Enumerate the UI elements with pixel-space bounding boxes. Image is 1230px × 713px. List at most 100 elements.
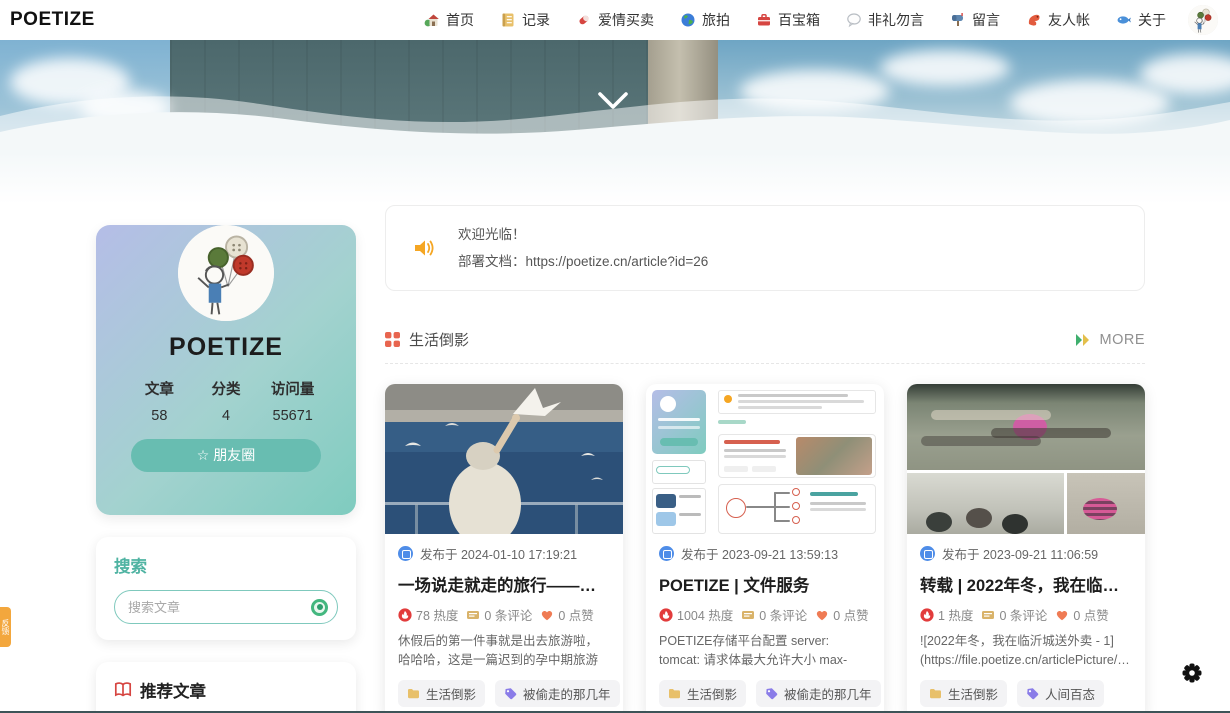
site-logo[interactable]: POETIZE — [10, 9, 95, 31]
home-icon — [424, 12, 440, 28]
stat-visits: 访问量 55671 — [259, 378, 326, 424]
article-image — [646, 384, 884, 534]
topic-tag[interactable]: 被偷走的那几年 — [495, 680, 620, 707]
sea-photo — [385, 384, 623, 534]
like-count: 0 点赞 — [558, 605, 593, 624]
comment-count: 0 条评论 — [759, 605, 807, 624]
tag-label: 被偷走的那几年 — [523, 684, 611, 703]
article-body: 发布于 2023-09-21 13:59:13 POETIZE | 文件服务 1… — [646, 534, 884, 713]
welcome-line-1: 欢迎光临！ — [458, 221, 708, 248]
article-title: 转载 | 2022年冬，我在临… — [920, 572, 1132, 596]
nav-item-home[interactable]: 首页 — [424, 10, 474, 30]
article-card[interactable]: 发布于 2024-01-10 17:19:21 一场说走就走的旅行——… 78 … — [385, 384, 623, 713]
search-icon[interactable] — [311, 599, 328, 616]
fire-icon — [398, 608, 412, 622]
heat-count: 1 热度 — [938, 605, 973, 624]
calendar-icon — [920, 546, 935, 561]
nav-item-love-trade[interactable]: 爱情买卖 — [576, 10, 654, 30]
nav-item-toolbox[interactable]: 百宝箱 — [756, 10, 820, 30]
article-card[interactable]: 发布于 2023-09-21 11:06:59 转载 | 2022年冬，我在临…… — [907, 384, 1145, 713]
shrimp-icon — [1026, 12, 1042, 28]
nav-item-label: 首页 — [446, 10, 474, 30]
welcome-line-2: 部署文档：https://poetize.cn/article?id=26 — [458, 248, 708, 275]
pill-icon — [576, 12, 592, 28]
speech-bubble-icon — [846, 12, 862, 28]
nav-item-records[interactable]: 记录 — [500, 10, 550, 30]
nav-item-label: 百宝箱 — [778, 10, 820, 30]
friend-circle-button[interactable]: ☆ 朋友圈 — [131, 439, 321, 472]
article-image — [385, 384, 623, 534]
category-tag[interactable]: 生活倒影 — [659, 680, 746, 707]
more-link[interactable]: MORE — [1075, 332, 1146, 348]
top-navbar: POETIZE 首页 记录 爱情买卖 旅拍 百宝箱 — [0, 0, 1230, 40]
website-screenshot — [646, 384, 884, 534]
recommend-header: 推荐文章 — [114, 678, 338, 702]
like-count: 0 点赞 — [1073, 605, 1108, 624]
comment-icon — [741, 608, 755, 622]
calendar-icon — [398, 546, 413, 561]
article-date-row: 发布于 2024-01-10 17:19:21 — [398, 544, 610, 563]
user-avatar[interactable] — [1188, 5, 1218, 35]
folder-icon — [668, 687, 681, 700]
calendar-icon — [659, 546, 674, 561]
tag-label: 被偷走的那几年 — [784, 684, 872, 703]
search-card-title: 搜索 — [114, 553, 338, 577]
toolbox-icon — [756, 12, 772, 28]
article-date: 发布于 2023-09-21 11:06:59 — [942, 544, 1098, 563]
photo-collage — [907, 384, 1145, 534]
nav-item-message-board[interactable]: 留言 — [950, 10, 1000, 30]
tag-label: 人间百态 — [1045, 684, 1095, 703]
nav-item-travel[interactable]: 旅拍 — [680, 10, 730, 30]
article-tags: 生活倒影 被偷走的那几年 — [398, 680, 610, 707]
mailbox-icon — [950, 12, 966, 28]
gear-icon[interactable] — [1182, 663, 1202, 683]
tag-label: 生活倒影 — [426, 684, 476, 703]
nav-item-label: 记录 — [522, 10, 550, 30]
stat-value: 58 — [126, 408, 193, 424]
topic-tag[interactable]: 被偷走的那几年 — [756, 680, 881, 707]
stat-categories: 分类 4 — [193, 378, 260, 424]
speaker-icon — [412, 236, 436, 260]
sidebar: POETIZE 文章 58 分类 4 访问量 55671 ☆ 朋友圈 搜索 — [96, 205, 356, 713]
tag-icon — [765, 687, 778, 700]
globe-icon — [680, 12, 696, 28]
nav-menu: 首页 记录 爱情买卖 旅拍 百宝箱 非礼勿言 — [424, 10, 1166, 30]
article-stats: 1004 热度 0 条评论 0 点赞 — [659, 605, 871, 624]
topic-tag[interactable]: 人间百态 — [1017, 680, 1104, 707]
heart-icon — [540, 608, 554, 622]
tag-label: 生活倒影 — [687, 684, 737, 703]
article-title: POETIZE | 文件服务 — [659, 572, 871, 596]
nav-item-label: 非礼勿言 — [868, 10, 924, 30]
fire-icon — [920, 608, 934, 622]
feedback-tab[interactable]: 反馈 — [0, 607, 11, 647]
like-count: 0 点赞 — [833, 605, 868, 624]
article-stats: 78 热度 0 条评论 0 点赞 — [398, 605, 610, 624]
nav-item-friends[interactable]: 友人帐 — [1026, 10, 1090, 30]
tag-icon — [504, 687, 517, 700]
recommend-title: 推荐文章 — [140, 678, 206, 702]
category-tag[interactable]: 生活倒影 — [398, 680, 485, 707]
fire-icon — [659, 608, 673, 622]
nav-item-about[interactable]: 关于 — [1116, 10, 1166, 30]
nav-item-label: 关于 — [1138, 10, 1166, 30]
announcement-card: 欢迎光临！ 部署文档：https://poetize.cn/article?id… — [385, 205, 1145, 291]
hero-banner — [0, 40, 1230, 152]
heart-icon — [815, 608, 829, 622]
search-input[interactable] — [128, 600, 311, 615]
article-date: 发布于 2024-01-10 17:19:21 — [420, 544, 577, 563]
nav-item-no-evil-words[interactable]: 非礼勿言 — [846, 10, 924, 30]
tag-label: 生活倒影 — [948, 684, 998, 703]
comment-icon — [981, 608, 995, 622]
article-cards-row: 发布于 2024-01-10 17:19:21 一场说走就走的旅行——… 78 … — [385, 384, 1145, 713]
article-date-row: 发布于 2023-09-21 13:59:13 — [659, 544, 871, 563]
profile-card[interactable]: POETIZE 文章 58 分类 4 访问量 55671 ☆ 朋友圈 — [96, 225, 356, 515]
article-card[interactable]: 发布于 2023-09-21 13:59:13 POETIZE | 文件服务 1… — [646, 384, 884, 713]
comment-icon — [466, 608, 480, 622]
stat-articles: 文章 58 — [126, 378, 193, 424]
notebook-icon — [500, 12, 516, 28]
category-tag[interactable]: 生活倒影 — [920, 680, 1007, 707]
stat-value: 4 — [193, 408, 260, 424]
chevron-down-icon[interactable] — [598, 92, 628, 112]
avatar-image — [1188, 5, 1218, 35]
article-excerpt: ![2022年冬，我在临沂城送外卖 - 1](https://file.poet… — [920, 632, 1132, 670]
